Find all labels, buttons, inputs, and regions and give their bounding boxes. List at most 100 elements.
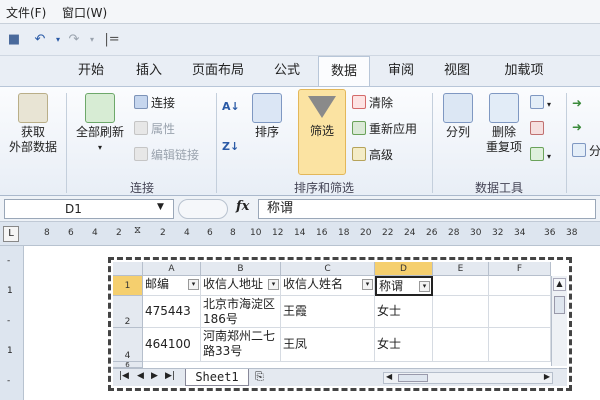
column-header-d[interactable]: D (375, 262, 433, 276)
insert-function-icon[interactable]: fx (236, 199, 249, 214)
row-header-4[interactable]: 4 (113, 328, 143, 362)
remove-dup-label-2: 重复项 (485, 140, 522, 154)
insert-sheet-icon[interactable]: ⎘ (255, 370, 264, 384)
redo-dropdown-icon[interactable]: ▾ (84, 32, 100, 48)
clear-button[interactable]: 清除 (352, 93, 393, 113)
tab-view[interactable]: 视图 (432, 56, 482, 86)
header-cell-title[interactable]: 称谓 ▾ (375, 276, 433, 296)
cell-title[interactable]: 女士 (375, 296, 433, 328)
group-connections-label: 连接 (129, 181, 154, 195)
tab-insert[interactable]: 插入 (124, 56, 174, 86)
ruler-number: 14 (294, 228, 306, 238)
filter-dropdown-icon[interactable]: ▾ (268, 279, 279, 290)
text-to-columns-button[interactable]: 分列 (436, 93, 480, 140)
scroll-thumb[interactable] (554, 296, 565, 314)
ruler-number: 24 (404, 228, 416, 238)
filter-dropdown-icon[interactable]: ▾ (362, 279, 373, 290)
empty-cell[interactable] (433, 328, 489, 362)
advanced-button[interactable]: 高级 (352, 145, 393, 165)
tab-review[interactable]: 审阅 (378, 56, 424, 86)
embedded-worksheet[interactable]: A B C D E F 1 2 4 6 邮编 ▾ 收信人地址 ▾ 收信人姓名 ▾… (108, 257, 572, 391)
header-cell-address[interactable]: 收信人地址 ▾ (201, 276, 281, 296)
prev-sheet-icon[interactable]: ◀ (137, 371, 144, 381)
undo-icon[interactable]: ↶ (32, 32, 48, 48)
ruler-number: 32 (492, 228, 504, 238)
properties-button[interactable]: 属性 (134, 119, 175, 139)
column-header-a[interactable]: A (143, 262, 201, 276)
undo-dropdown-icon[interactable]: ▾ (50, 32, 66, 48)
empty-cell[interactable] (433, 296, 489, 328)
column-header-f[interactable]: F (489, 262, 551, 276)
row-header-1[interactable]: 1 (113, 276, 143, 296)
column-header-c[interactable]: C (281, 262, 375, 276)
ungroup-icon[interactable]: ➜ (572, 117, 582, 137)
name-box[interactable]: D1 (4, 199, 174, 219)
save-icon[interactable]: ■ (6, 32, 22, 48)
subtotal-button[interactable]: 分 (572, 141, 600, 161)
get-external-data-button[interactable]: 获取 外部数据 (2, 93, 64, 155)
select-all-corner[interactable] (113, 262, 143, 276)
cell-zip[interactable]: 464100 (143, 328, 201, 362)
horizontal-scroll-thumb[interactable] (398, 374, 428, 382)
clear-label: 清除 (369, 96, 394, 110)
formula-bar: D1 ▼ fx 称谓 (0, 196, 600, 222)
indent-marker-icon[interactable]: ⧖ (134, 225, 141, 236)
sheet-tab[interactable]: Sheet1 (185, 369, 249, 386)
edit-links-button[interactable]: 编辑链接 (134, 145, 199, 165)
formula-input[interactable]: 称谓 (258, 199, 596, 219)
remove-duplicates-button[interactable]: 删除 重复项 (482, 93, 526, 155)
connections-icon (134, 95, 148, 109)
scroll-right-icon[interactable]: ▶ (544, 372, 550, 381)
ribbon-data: 获取 外部数据 全部刷新 ▾ 连接 属性 编辑链接 连接 A↓ Z↓ 排序 筛选… (0, 86, 600, 196)
sort-button[interactable]: 排序 (248, 93, 286, 140)
last-sheet-icon[interactable]: ▶| (165, 371, 175, 381)
scroll-left-icon[interactable]: ◀ (386, 372, 392, 381)
sort-ascending-icon[interactable]: A↓ (222, 97, 240, 117)
cell-name[interactable]: 王霞 (281, 296, 375, 328)
scroll-up-icon[interactable]: ▲ (553, 278, 566, 291)
column-header-b[interactable]: B (201, 262, 281, 276)
sheet-tab-bar: |◀ ◀ ▶ ▶| Sheet1 ⎘ ◀ ▶ (113, 368, 567, 386)
chevron-down-icon: ▾ (547, 152, 552, 161)
column-header-e[interactable]: E (433, 262, 489, 276)
consolidate-button[interactable] (530, 119, 547, 139)
data-validation-button[interactable]: ▾ (530, 93, 551, 113)
reapply-button[interactable]: 重新应用 (352, 119, 417, 139)
horizontal-scrollbar[interactable]: ◀ ▶ (383, 372, 553, 384)
tab-data[interactable]: 数据 (318, 56, 370, 86)
empty-cell[interactable] (489, 328, 551, 362)
cell-name[interactable]: 王凤 (281, 328, 375, 362)
group-outline-icon[interactable]: ➜ (572, 93, 582, 113)
ruler-number: 6 (207, 228, 213, 238)
cell-address[interactable]: 北京市海淀区186号 (201, 296, 281, 328)
header-cell-zip[interactable]: 邮编 ▾ (143, 276, 201, 296)
tab-home[interactable]: 开始 (66, 56, 116, 86)
filter-dropdown-icon[interactable]: ▾ (419, 281, 430, 292)
chevron-down-icon[interactable]: ▼ (157, 202, 164, 212)
cell-address[interactable]: 河南郑州二七路33号 (201, 328, 281, 362)
redo-icon[interactable]: ↷ (66, 32, 82, 48)
connections-button[interactable]: 连接 (134, 93, 175, 113)
cell-title[interactable]: 女士 (375, 328, 433, 362)
vertical-scrollbar[interactable]: ▲ (551, 276, 567, 366)
refresh-all-button[interactable]: 全部刷新 ▾ (70, 93, 130, 155)
empty-cell[interactable] (489, 276, 551, 296)
row-header-2[interactable]: 2 (113, 296, 143, 328)
tab-addins[interactable]: 加载项 (492, 56, 556, 86)
first-sheet-icon[interactable]: |◀ (119, 371, 129, 381)
menu-file[interactable]: 文件(F) (6, 4, 46, 21)
sort-descending-icon[interactable]: Z↓ (222, 137, 239, 157)
empty-cell[interactable] (489, 296, 551, 328)
customize-qat-icon[interactable]: |= (104, 32, 120, 48)
filter-button[interactable]: 筛选 (298, 89, 346, 175)
menu-window[interactable]: 窗口(W) (62, 4, 107, 21)
tab-page-layout[interactable]: 页面布局 (184, 56, 252, 86)
tab-formulas[interactable]: 公式 (262, 56, 312, 86)
what-if-button[interactable]: ▾ (530, 145, 551, 165)
cell-zip[interactable]: 475443 (143, 296, 201, 328)
filter-dropdown-icon[interactable]: ▾ (188, 279, 199, 290)
tab-selector[interactable]: L (3, 226, 19, 242)
header-cell-name[interactable]: 收信人姓名 ▾ (281, 276, 375, 296)
next-sheet-icon[interactable]: ▶ (151, 371, 158, 381)
empty-cell[interactable] (433, 276, 489, 296)
